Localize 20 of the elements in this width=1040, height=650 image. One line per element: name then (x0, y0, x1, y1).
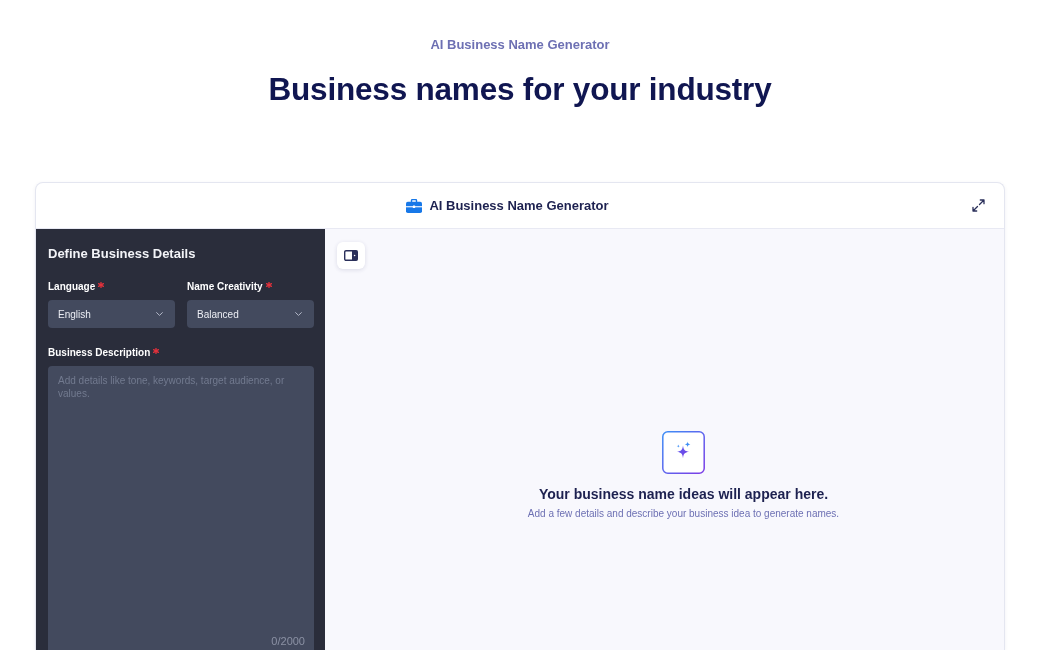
expand-icon (972, 199, 985, 212)
field-label: Business Description (48, 347, 151, 359)
page-heading: Business names for your industry (268, 70, 772, 108)
dropdown-field[interactable]: English (48, 300, 175, 328)
sidebar-toggle-button[interactable] (337, 242, 365, 269)
expand-button[interactable] (972, 199, 985, 212)
sparkle-icon (662, 431, 705, 474)
page-eyebrow: AI Business Name Generator (430, 37, 610, 53)
chevron-down-icon (156, 312, 163, 316)
field-label: Name Creativity (187, 281, 263, 293)
empty-state-text: Add a few details and describe your business idea to generate names. (527, 508, 840, 520)
empty-state-title: Your business name ideas will appear here. (538, 486, 829, 503)
character-counter: 0/2000 (271, 635, 305, 648)
field-label: Language (48, 281, 96, 293)
form-title: Define Business Details (48, 246, 197, 262)
dropdown-field[interactable]: Balanced (187, 300, 314, 328)
panel-icon (344, 250, 358, 261)
app-title: AI Business Name Generator (429, 198, 609, 213)
chevron-down-icon (295, 312, 302, 316)
briefcase-icon (406, 198, 423, 213)
